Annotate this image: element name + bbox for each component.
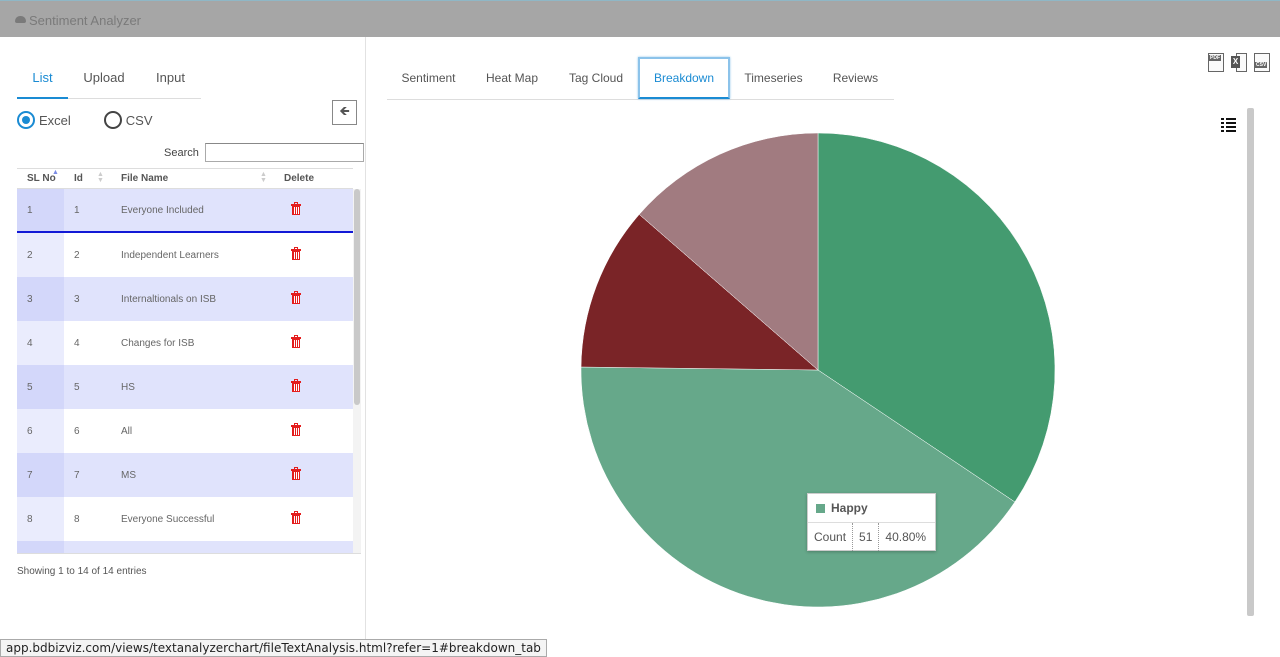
radio-excel[interactable]: Excel — [17, 111, 71, 129]
column-header-sl-no[interactable]: SL No ▲ — [17, 169, 64, 188]
table-row[interactable]: 2 2 Independent Learners — [17, 233, 353, 277]
trash-icon[interactable] — [291, 202, 301, 215]
tab-list[interactable]: List — [17, 65, 68, 99]
search-input[interactable] — [204, 143, 364, 162]
cell-sl-no: 6 — [17, 409, 64, 453]
tab-input[interactable]: Input — [140, 65, 201, 98]
cell-file-name: HS — [121, 381, 135, 393]
cell-id: 3 — [74, 293, 80, 305]
tab-upload[interactable]: Upload — [68, 65, 140, 98]
list-icon[interactable] — [1221, 118, 1236, 132]
sort-ascending-icon: ▲ — [52, 169, 59, 176]
status-bar-url: app.bdbizviz.com/views/textanalyzerchart… — [0, 639, 547, 657]
column-label: Id — [74, 173, 83, 184]
cell-sl-no: 3 — [17, 277, 64, 321]
tooltip-metric: Count — [814, 530, 847, 544]
table-scrollbar-thumb[interactable] — [354, 189, 360, 405]
table-row[interactable]: 1 1 Everyone Included — [17, 189, 353, 233]
radio-unchecked-icon[interactable] — [103, 111, 122, 129]
cell-file-name: Internaltionals on ISB — [121, 293, 217, 305]
table-header: SL No ▲ Id ▲ ▼ File Name ▲ ▼ Delete — [17, 168, 353, 189]
column-label: File Name — [121, 173, 169, 184]
table-scrollbar[interactable] — [353, 189, 361, 553]
collapse-panel-button[interactable]: 🡸 — [332, 100, 357, 125]
chart-scrollbar[interactable] — [1247, 108, 1254, 616]
radio-excel-label: Excel — [39, 112, 71, 128]
cell-id: 7 — [74, 469, 80, 481]
cell-sl-no: 5 — [17, 365, 64, 409]
cell-id: 6 — [74, 425, 80, 437]
app-header: Sentiment Analyzer — [0, 0, 1280, 37]
tooltip-label: Happy — [831, 501, 868, 515]
tooltip-value: 51 — [852, 523, 878, 551]
table-row[interactable]: 6 6 All — [17, 409, 353, 453]
arrow-left-icon: 🡸 — [339, 102, 350, 118]
left-tabs: List Upload Input — [17, 65, 201, 99]
cell-sl-no — [17, 541, 64, 553]
column-header-delete: Delete — [274, 169, 353, 188]
cell-id: 1 — [74, 204, 80, 216]
trash-icon[interactable] — [291, 467, 301, 480]
column-header-id[interactable]: Id ▲ ▼ — [64, 169, 111, 188]
chart-tooltip: Happy Count 51 40.80% — [807, 493, 936, 551]
cell-sl-no: 7 — [17, 453, 64, 497]
trash-icon[interactable] — [291, 247, 301, 260]
sort-both-icon: ▲ ▼ — [97, 171, 104, 184]
cell-sl-no: 1 — [17, 189, 64, 231]
cell-file-name: Independent Learners — [121, 249, 219, 261]
cell-file-name: Everyone Included — [121, 204, 204, 216]
radio-csv-label: CSV — [125, 112, 153, 128]
column-label: Delete — [284, 173, 315, 184]
search-field: Search — [164, 143, 364, 162]
breakdown-pie-chart — [580, 132, 1056, 608]
cell-id: 8 — [74, 513, 80, 525]
table-row[interactable]: 7 7 MS — [17, 453, 353, 497]
chart-panel: Sentiment Heat Map Tag Cloud Breakdown T… — [367, 37, 1280, 657]
table-row[interactable]: 8 8 Everyone Successful — [17, 497, 353, 541]
cell-file-name: Everyone Successful — [121, 513, 215, 525]
table-info: Showing 1 to 14 of 14 entries — [17, 566, 147, 577]
trash-icon[interactable] — [291, 335, 301, 348]
file-table-body: 1 1 Everyone Included 2 2 Independent Le… — [17, 189, 353, 553]
cell-file-name: MS — [121, 469, 136, 481]
cell-sl-no: 2 — [17, 233, 64, 277]
table-row[interactable]: 5 5 HS — [17, 365, 353, 409]
trash-icon[interactable] — [291, 511, 301, 524]
table-row[interactable] — [17, 541, 353, 553]
app-title: Sentiment Analyzer — [29, 13, 142, 28]
sort-both-icon: ▲ ▼ — [260, 171, 267, 184]
radio-csv[interactable]: CSV — [103, 111, 153, 129]
radio-checked-icon[interactable] — [17, 111, 35, 129]
trash-icon[interactable] — [291, 379, 301, 392]
cell-id: 2 — [74, 249, 80, 261]
tooltip-swatch — [816, 503, 825, 513]
cloud-icon — [15, 16, 26, 23]
cell-sl-no: 8 — [17, 497, 64, 541]
table-row[interactable]: 4 4 Changes for ISB — [17, 321, 353, 365]
search-label: Search — [164, 146, 199, 159]
table-row[interactable]: 3 3 Internaltionals on ISB — [17, 277, 353, 321]
cell-file-name: All — [121, 425, 133, 437]
app-brand[interactable]: Sentiment Analyzer — [15, 13, 141, 28]
file-type-radio-group: Excel CSV — [17, 111, 153, 129]
tooltip-percent: 40.80% — [878, 523, 932, 551]
trash-icon[interactable] — [291, 423, 301, 436]
cell-id: 5 — [74, 381, 80, 393]
cell-sl-no: 4 — [17, 321, 64, 365]
table-footer-divider — [17, 553, 361, 554]
trash-icon[interactable] — [291, 291, 301, 304]
cell-file-name: Changes for ISB — [121, 337, 195, 349]
column-header-file-name[interactable]: File Name ▲ ▼ — [111, 169, 274, 188]
cell-id: 4 — [74, 337, 80, 349]
file-list-panel: List Upload Input Excel CSV 🡸 Search SL … — [0, 37, 366, 657]
